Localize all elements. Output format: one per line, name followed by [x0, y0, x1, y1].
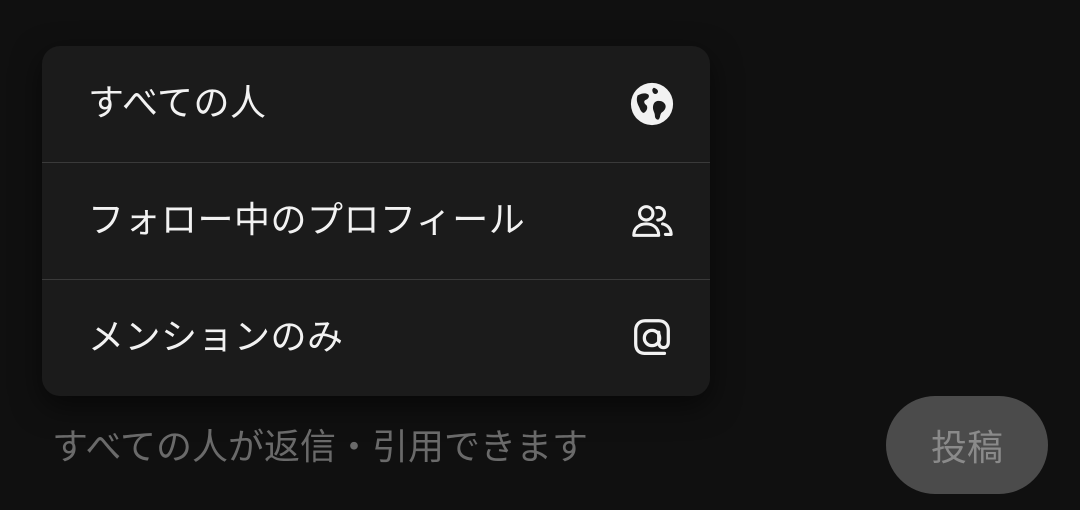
globe-icon	[628, 80, 676, 128]
menu-item-mentions-only[interactable]: メンションのみ	[42, 280, 710, 396]
menu-item-following-profiles[interactable]: フォロー中のプロフィール	[42, 163, 710, 279]
at-sign-icon	[628, 314, 676, 362]
audience-menu: すべての人 フォロー中のプロフィール メンションのみ	[42, 46, 710, 396]
menu-item-everyone[interactable]: すべての人	[42, 46, 710, 162]
post-button[interactable]: 投稿	[886, 396, 1048, 494]
menu-item-label: メンションのみ	[88, 317, 344, 358]
reply-permission-text[interactable]: すべての人が返信・引用できます	[52, 424, 588, 472]
reply-settings-screen: すべての人 フォロー中のプロフィール メンションのみ すべての人が返信・引用でき…	[0, 0, 1080, 510]
people-icon	[628, 197, 676, 245]
menu-item-label: すべての人	[88, 83, 267, 124]
menu-item-label: フォロー中のプロフィール	[88, 200, 526, 241]
